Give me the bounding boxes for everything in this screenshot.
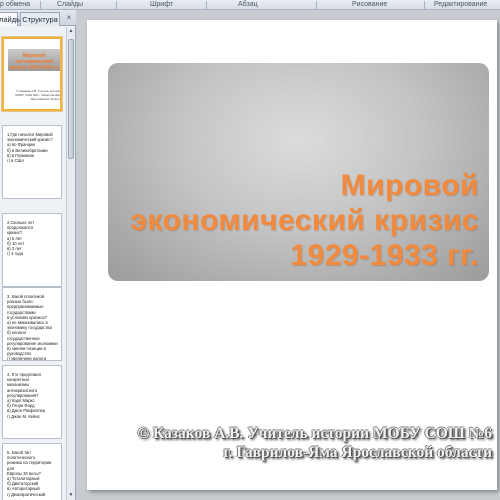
thumbnail-text: 1.Где начался Мировой экономический криз…	[7, 132, 53, 164]
thumbnail-subtitle: © Казаков А.В. Учитель истории МОБУ СОШ …	[15, 89, 61, 101]
ribbon-group-font[interactable]: Шрифт	[150, 0, 173, 10]
thumbnail-list: Мировой экономический кризис 1929-1933 г…	[0, 27, 76, 500]
ribbon-separator	[116, 1, 117, 9]
ribbon-separator	[40, 1, 41, 9]
ribbon-group-clipboard[interactable]: р обмена	[0, 0, 30, 10]
slide-thumbnail-1[interactable]: Мировой экономический кризис 1929-1933 г…	[2, 37, 62, 111]
scroll-thumb[interactable]	[68, 39, 74, 159]
scroll-down-icon[interactable]: ▼	[67, 491, 75, 500]
slide-title[interactable]: Мировой экономический кризис 1929-1933 г…	[117, 168, 479, 273]
slide-subtitle[interactable]: © Казаков А.В. Учитель истории МОБУ СОШ …	[127, 424, 492, 462]
slide-thumbnail-3[interactable]: 2.Сколько лет продолжался кризис? а) 5 л…	[2, 213, 62, 287]
scroll-up-icon[interactable]: ▲	[67, 27, 75, 36]
close-icon[interactable]: ×	[64, 13, 74, 23]
current-slide[interactable]: Мировой экономический кризис 1929-1933 г…	[87, 20, 497, 490]
ribbon-group-paragraph[interactable]: Абзац	[238, 0, 258, 10]
ribbon-separator	[316, 1, 317, 9]
panel-tabs: лайды Структура ×	[0, 10, 76, 26]
thumbnail-scrollbar[interactable]: ▲ ▼	[66, 27, 75, 500]
slide-thumbnail-4[interactable]: 3. Какой политикой разные были предприни…	[2, 287, 62, 361]
ribbon-separator	[206, 1, 207, 9]
ribbon-group-bar: р обмена Слайды Шрифт Абзац Рисование Ре…	[0, 0, 500, 10]
thumbnail-text: 4. Кто предложил конкретные механизмы ан…	[7, 372, 46, 419]
slide-workspace: Мировой экономический кризис 1929-1933 г…	[77, 10, 500, 500]
ribbon-group-slides[interactable]: Слайды	[57, 0, 83, 10]
thumbnail-title: Мировой экономический кризис 1929-1933 г…	[9, 53, 59, 71]
thumbnail-text: 2.Сколько лет продолжался кризис? а) 5 л…	[7, 220, 35, 257]
thumbnail-text: 5. Какой тип политического режима на тер…	[7, 450, 52, 497]
tab-slides[interactable]: лайды	[0, 12, 22, 26]
slide-thumbnail-5[interactable]: 4. Кто предложил конкретные механизмы ан…	[2, 365, 62, 439]
slide-thumbnail-2[interactable]: 1.Где начался Мировой экономический криз…	[2, 125, 62, 199]
thumbnail-text: 3. Какой политикой разные были предприни…	[7, 294, 58, 361]
ribbon-group-drawing[interactable]: Рисование	[352, 0, 387, 10]
slide-thumbnail-6[interactable]: 5. Какой тип политического режима на тер…	[2, 443, 62, 500]
slides-panel: лайды Структура × Мировой экономический …	[0, 10, 76, 500]
ribbon-group-editing[interactable]: Редактирование	[434, 0, 487, 10]
ribbon-separator	[424, 1, 425, 9]
tab-outline[interactable]: Структура	[20, 12, 60, 26]
